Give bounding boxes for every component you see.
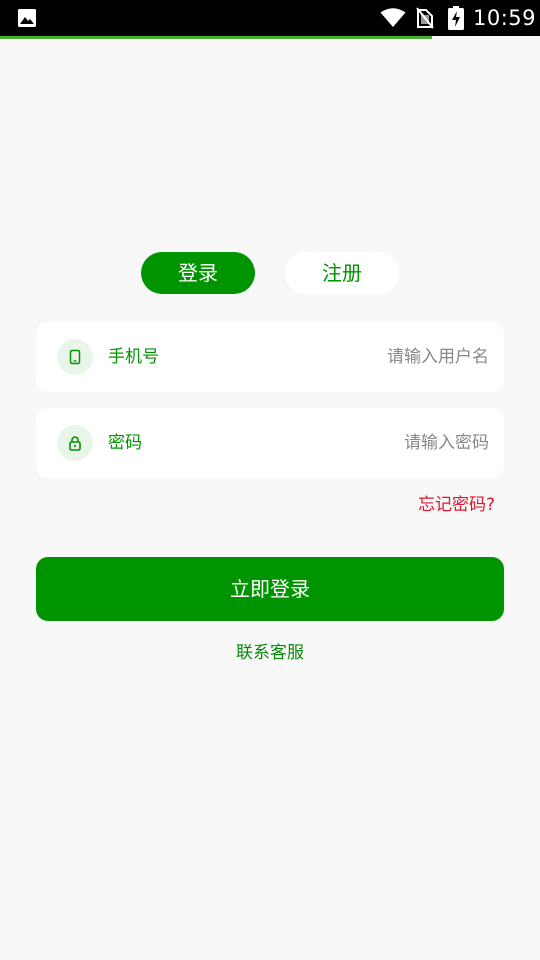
forgot-password-link[interactable]: 忘记密码? [418, 494, 495, 516]
status-bar: 10:59 [0, 0, 540, 36]
password-input[interactable]: 请输入密码 [404, 408, 489, 478]
tab-register[interactable]: 注册 [285, 252, 399, 294]
phone-label: 手机号 [108, 347, 159, 367]
login-button[interactable]: 立即登录 [36, 557, 504, 621]
phone-icon [57, 339, 93, 375]
tab-login[interactable]: 登录 [141, 252, 255, 294]
battery-charging-icon [448, 6, 464, 30]
loading-progress-fill [0, 36, 432, 39]
status-clock: 10:59 [473, 6, 537, 30]
image-icon [18, 9, 36, 27]
password-field[interactable]: 密码 请输入密码 [36, 408, 504, 478]
loading-progress-bar [0, 36, 540, 39]
phone-input[interactable]: 请输入用户名 [387, 322, 489, 392]
contact-service-link[interactable]: 联系客服 [0, 641, 540, 665]
wifi-icon [380, 8, 406, 27]
phone-field[interactable]: 手机号 请输入用户名 [36, 322, 504, 392]
lock-icon [57, 425, 93, 461]
no-sim-icon [416, 7, 434, 29]
password-label: 密码 [108, 433, 142, 453]
